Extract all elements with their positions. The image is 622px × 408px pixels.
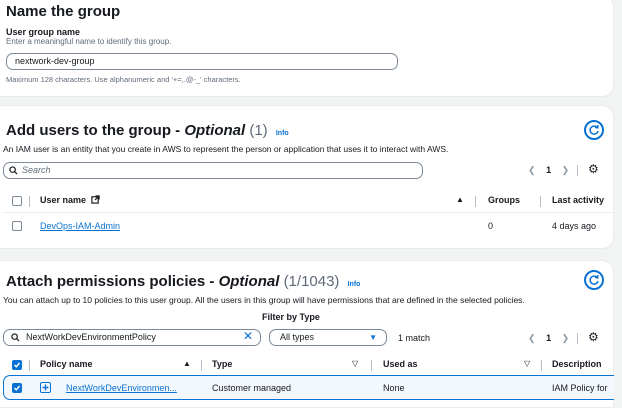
column-header-last-activity[interactable]: Last activity (552, 195, 604, 205)
page-number[interactable]: 1 (546, 333, 551, 343)
row-checkbox[interactable] (12, 383, 22, 393)
row-checkbox[interactable] (12, 221, 22, 231)
field-hint: Enter a meaningful name to identify this… (6, 37, 172, 46)
attach-policies-panel: Attach permissions policies - Optional (… (0, 260, 614, 408)
divider (371, 360, 372, 371)
sort-ascending-icon[interactable]: ▲ (183, 359, 191, 368)
caret-down-icon: ▼ (369, 333, 377, 342)
refresh-icon (589, 274, 599, 285)
section-title: Attach permissions policies - Optional (… (6, 273, 361, 290)
user-name-link[interactable]: DevOps-IAM-Admin (40, 221, 120, 231)
policy-search-input[interactable]: NextWorkDevEnvironmentPolicy ✕ (3, 329, 261, 346)
header-separator (3, 212, 613, 213)
refresh-button[interactable] (584, 270, 604, 290)
used-as-cell: None (383, 383, 405, 393)
divider (29, 360, 30, 371)
refresh-button[interactable] (584, 120, 604, 140)
group-name-input[interactable]: nextwork-dev-group (6, 53, 398, 70)
column-header-type[interactable]: Type (212, 359, 232, 369)
column-header-used-as[interactable]: Used as (383, 359, 418, 369)
divider (475, 196, 476, 207)
type-cell: Customer managed (212, 383, 292, 393)
check-icon (14, 362, 21, 368)
section-description: An IAM user is an entity that you create… (3, 144, 449, 154)
select-all-checkbox[interactable] (12, 196, 22, 206)
divider (541, 360, 542, 371)
pagination: ❮ 1 ❯ (528, 165, 569, 176)
match-count: 1 match (398, 333, 431, 343)
field-label: User group name (6, 27, 81, 37)
next-page-icon[interactable]: ❯ (562, 165, 570, 175)
pagination: ❮ 1 ❯ (528, 333, 569, 344)
sort-icon[interactable]: ▽ (352, 359, 358, 368)
type-filter-select[interactable]: All types ▼ (269, 329, 387, 346)
refresh-icon (589, 124, 599, 135)
search-icon (11, 333, 20, 342)
field-constraint: Maximum 128 characters. Use alphanumeric… (6, 75, 241, 84)
next-page-icon[interactable]: ❯ (562, 333, 570, 343)
column-header-user-name[interactable]: User name (40, 195, 100, 205)
divider (201, 360, 202, 371)
column-header-policy-name[interactable]: Policy name (40, 359, 93, 369)
column-header-groups[interactable]: Groups (488, 195, 520, 205)
settings-gear-icon[interactable]: ⚙ (588, 330, 599, 344)
name-group-panel: Name the group User group name Enter a m… (0, 0, 614, 97)
select-all-checkbox[interactable] (12, 360, 22, 370)
filter-label: Filter by Type (262, 312, 320, 322)
prev-page-icon[interactable]: ❮ (528, 165, 536, 175)
settings-gear-icon[interactable]: ⚙ (588, 162, 599, 176)
external-link-icon (90, 195, 100, 204)
divider (540, 196, 541, 207)
column-header-description[interactable]: Description (552, 359, 602, 369)
section-title: Add users to the group - Optional (1) In… (6, 122, 289, 139)
page-number[interactable]: 1 (546, 165, 551, 175)
policy-name-link[interactable]: NextWorkDevEnvironmen... (66, 383, 177, 393)
divider (577, 165, 578, 176)
groups-cell: 0 (488, 221, 494, 231)
info-link[interactable]: Info (276, 130, 289, 137)
add-users-panel: Add users to the group - Optional (1) In… (0, 105, 614, 249)
sort-icon[interactable]: ▽ (524, 359, 530, 368)
sort-ascending-icon[interactable]: ▲ (456, 195, 464, 204)
divider (577, 333, 578, 344)
user-search-input[interactable]: Search (3, 162, 423, 179)
clear-search-icon[interactable]: ✕ (243, 329, 253, 344)
prev-page-icon[interactable]: ❮ (528, 333, 536, 343)
plus-icon (42, 384, 49, 391)
search-icon (9, 166, 18, 175)
section-description: You can attach up to 10 policies to this… (3, 295, 525, 305)
section-title: Name the group (6, 3, 121, 20)
divider (29, 196, 30, 207)
description-cell: IAM Policy for (552, 383, 608, 393)
last-activity-cell: 4 days ago (552, 221, 597, 231)
info-link[interactable]: Info (348, 281, 361, 288)
expand-row-icon[interactable] (40, 382, 51, 393)
check-icon (14, 385, 21, 391)
